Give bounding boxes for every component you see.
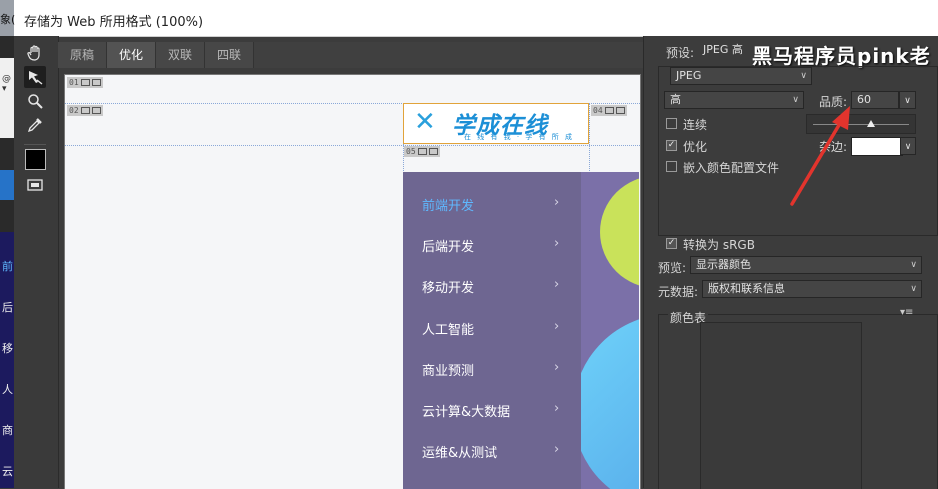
preset-value: JPEG 高 — [703, 43, 743, 56]
background-app-text: 人 — [2, 383, 13, 396]
convert-srgb-checkbox[interactable]: ✓ — [666, 238, 677, 249]
progressive-label: 连续 — [683, 118, 708, 132]
embed-icc-checkbox[interactable] — [666, 161, 677, 172]
chevron-down-icon: ∨ — [910, 284, 917, 294]
optimized-checkbox[interactable]: ✓ — [666, 140, 677, 151]
chevron-down-icon: ∨ — [910, 260, 917, 270]
hand-icon[interactable] — [24, 42, 46, 64]
quality-preset-value: 高 — [670, 93, 681, 106]
quality-preset-select[interactable]: 高 ∨ — [664, 91, 804, 109]
chevron-right-icon: › — [554, 401, 560, 416]
chevron-right-icon: › — [554, 277, 560, 292]
watermark-text: 黑马程序员pink老 — [752, 44, 931, 68]
chevron-right-icon: › — [554, 195, 560, 210]
chevron-down-icon: ∨ — [904, 96, 911, 106]
tool-column — [14, 36, 59, 488]
background-app-text: 云 — [2, 465, 13, 478]
convert-srgb-label: 转换为 sRGB — [683, 238, 755, 252]
panel-menu-icon[interactable]: ▾≡ — [900, 307, 913, 318]
slice-tag[interactable]: 02 — [67, 105, 103, 116]
format-value: JPEG — [676, 69, 702, 82]
menu-item[interactable]: 前端开发 — [422, 195, 474, 214]
chevron-down-icon: ∨ — [904, 142, 912, 152]
tab-2up[interactable]: 双联 — [156, 42, 205, 68]
menu-item[interactable]: 人工智能 — [422, 319, 474, 338]
slice-tag[interactable]: 04 — [591, 105, 627, 116]
chevron-right-icon: › — [554, 360, 560, 375]
slice-tag[interactable]: 05 — [404, 146, 440, 157]
logo-slogan: 在 线 有 我 · 学 有 所 成 — [464, 133, 575, 141]
eyedropper-icon[interactable] — [24, 114, 46, 136]
slice-number: 04 — [593, 106, 603, 115]
image-preview[interactable]: 01 02 03 04 05 ✕ 学成在线 在 线 有 我 · 学 有 所 成 … — [64, 74, 641, 489]
preview-label: 预览: — [658, 261, 687, 275]
preview-select[interactable]: 显示器颜色 ∨ — [690, 256, 922, 274]
format-select[interactable]: JPEG ∨ — [670, 67, 812, 85]
banner-image — [581, 172, 639, 489]
background-app-fragment: 象( — [0, 13, 16, 26]
dialog-titlebar: 象( 存储为 Web 所用格式 (100%) — [0, 0, 938, 37]
tab-4up[interactable]: 四联 — [205, 42, 254, 68]
metadata-select[interactable]: 版权和联系信息 ∨ — [702, 280, 922, 298]
menu-item[interactable]: 后端开发 — [422, 236, 474, 255]
color-swatch-icon[interactable] — [24, 148, 46, 170]
background-app-text: 前 — [2, 260, 13, 273]
metadata-label: 元数据: — [658, 285, 699, 299]
background-app-text: @ ▾ — [2, 74, 11, 94]
tab-optimized[interactable]: 优化 — [107, 42, 156, 68]
toggle-slices-icon[interactable] — [24, 174, 46, 196]
site-nav-menu: 前端开发 › 后端开发 › 移动开发 › 人工智能 › 商业预测 › 云计算&大… — [403, 172, 581, 489]
preset-label: 预设: — [666, 46, 695, 60]
preview-value: 显示器颜色 — [696, 258, 751, 271]
color-table — [700, 322, 862, 489]
zoom-icon[interactable] — [24, 90, 46, 112]
background-app-text: 商 — [2, 424, 13, 437]
view-tabs: 原稿 优化 双联 四联 — [58, 42, 643, 68]
quality-dropdown-button[interactable]: ∨ — [899, 91, 916, 109]
chevron-right-icon: › — [554, 442, 560, 457]
chevron-right-icon: › — [554, 319, 560, 334]
annotation-arrow-icon — [790, 106, 850, 206]
tab-original[interactable]: 原稿 — [58, 42, 107, 68]
slice-number: 02 — [69, 106, 79, 115]
menu-item[interactable]: 商业预测 — [422, 360, 474, 379]
background-app-text: 后 — [2, 301, 13, 314]
background-app-logo — [0, 170, 14, 200]
metadata-value: 版权和联系信息 — [708, 282, 785, 295]
logo-mark-icon: ✕ — [414, 107, 436, 137]
slice-number: 01 — [69, 78, 79, 87]
chevron-right-icon: › — [554, 236, 560, 251]
site-logo[interactable]: ✕ 学成在线 在 线 有 我 · 学 有 所 成 — [403, 103, 589, 144]
menu-item[interactable]: 移动开发 — [422, 277, 474, 296]
slice-select-icon[interactable] — [24, 66, 46, 88]
menu-item[interactable]: 运维&从测试 — [422, 442, 497, 461]
progressive-checkbox[interactable] — [666, 118, 677, 129]
embed-icc-label: 嵌入颜色配置文件 — [683, 161, 780, 175]
dialog-title: 存储为 Web 所用格式 (100%) — [24, 15, 204, 30]
optimize-settings-panel: 预设: JPEG 高 黑马程序员pink老 JPEG ∨ 高 ∨ 品质: 60 ∨ … — [643, 36, 938, 489]
background-app-text: 移 — [2, 342, 13, 355]
optimized-label: 优化 — [683, 140, 708, 154]
slice-tag[interactable]: 01 — [67, 77, 103, 88]
chevron-down-icon: ∨ — [800, 71, 807, 81]
matte-dropdown-button[interactable]: ∨ — [900, 137, 916, 155]
slider-thumb[interactable] — [867, 120, 875, 127]
background-app-strip: @ ▾ 前 后 移 人 商 云 — [0, 36, 14, 488]
menu-item[interactable]: 云计算&大数据 — [422, 401, 510, 420]
slice-number: 05 — [406, 147, 416, 156]
